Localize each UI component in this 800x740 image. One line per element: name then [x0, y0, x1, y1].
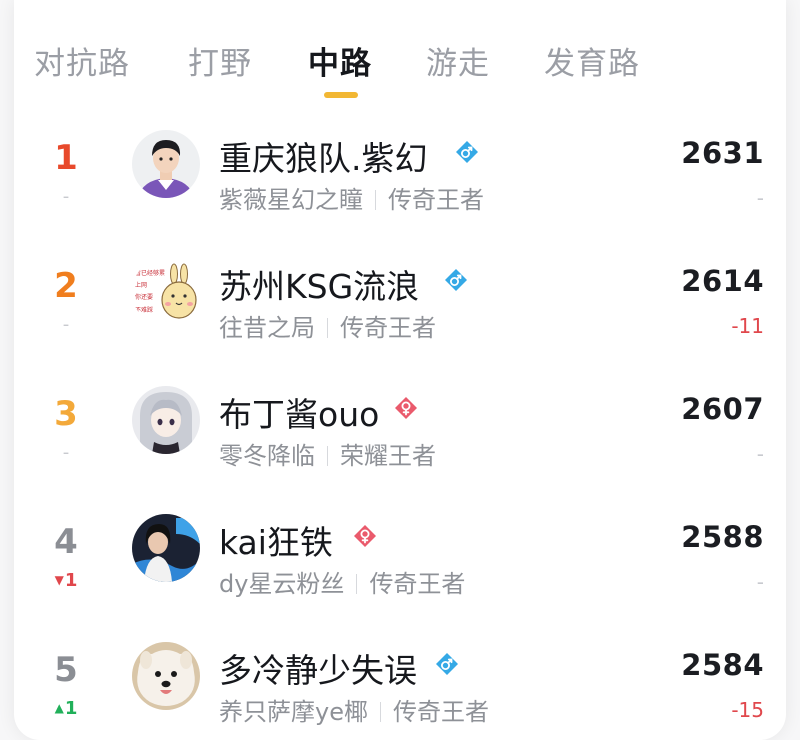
rank-change: ▲1: [44, 698, 88, 719]
rank-number: 3: [54, 394, 78, 434]
rank-change-value: 1: [64, 698, 78, 719]
female-icon: [353, 524, 377, 548]
tab-roam[interactable]: 游走: [426, 38, 490, 83]
player-subtitle: 往昔之局 传奇王者: [219, 308, 436, 343]
player-title: 零冬降临: [219, 442, 315, 470]
rank-change: -: [44, 442, 88, 463]
rank-number: 5: [54, 650, 78, 690]
rank-change-value: -: [62, 314, 70, 335]
player-name: 布丁酱ouo: [219, 395, 380, 434]
player-title: dy星云粉丝: [219, 570, 345, 598]
rank-change: ▼1: [44, 570, 88, 591]
score-change: -: [756, 442, 764, 466]
rank-number: 2: [54, 266, 78, 306]
player-name: kai狂铁: [219, 523, 333, 562]
player-row[interactable]: 2 - 看已经够累 上网 你还要 不难踩 苏州KSG流浪 往昔之局传奇王者 26…: [14, 256, 786, 384]
leaderboard-panel: 对抗路 打野 中路 游走 发育路 1 - 重庆狼队.紫幻 紫薇星幻之瞳传奇王者: [14, 0, 786, 740]
divider: [356, 574, 358, 594]
lane-tabs: 对抗路 打野 中路 游走 发育路: [14, 0, 786, 100]
tab-farm-lane[interactable]: 发育路: [544, 38, 640, 83]
player-row[interactable]: 5 ▲1 多冷静少失误 养只萨摩ye椰 传奇王者 2584 -15: [14, 640, 786, 740]
male-icon: [455, 140, 479, 164]
rank-change-value: -: [62, 186, 70, 207]
male-icon: [435, 652, 459, 676]
tab-mid-lane[interactable]: 中路: [308, 38, 372, 83]
player-tier: 传奇王者: [369, 570, 466, 598]
player-row[interactable]: 4 ▼1 kai狂铁 dy星云粉丝 传奇王者 2588 -: [14, 512, 786, 640]
female-icon: [394, 396, 418, 420]
rank-number: 1: [54, 138, 78, 178]
player-row[interactable]: 1 - 重庆狼队.紫幻 紫薇星幻之瞳 传奇王者 2631 -: [14, 128, 786, 256]
rank-change-value: 1: [64, 570, 78, 591]
divider: [327, 446, 328, 466]
player-subtitle: 紫薇星幻之瞳 传奇王者: [219, 180, 484, 215]
tab-jungle[interactable]: 打野: [188, 38, 252, 83]
avatar-caption: 上网: [135, 281, 147, 289]
avatar[interactable]: [132, 130, 200, 198]
score-change: -: [756, 186, 764, 210]
score-change: -15: [731, 698, 764, 722]
player-tier: 荣耀王者: [340, 442, 436, 470]
player-name: 重庆狼队.紫幻: [219, 139, 428, 178]
score: 2584: [681, 648, 764, 682]
avatar-caption: 看已经够累: [135, 269, 165, 277]
score: 2588: [681, 520, 764, 554]
avatar[interactable]: [132, 386, 200, 454]
player-name: 苏州KSG流浪: [219, 267, 420, 306]
player-subtitle: dy星云粉丝 传奇王者: [219, 564, 465, 599]
player-subtitle: 养只萨摩ye椰 传奇王者: [219, 692, 489, 727]
divider: [379, 702, 381, 722]
player-title: 紫薇星幻之瞳: [219, 186, 363, 214]
rank-change: -: [44, 314, 88, 335]
score-change: -11: [731, 314, 764, 338]
player-title: 养只萨摩ye椰: [219, 698, 368, 726]
score: 2607: [681, 392, 764, 426]
player-name: 多冷静少失误: [219, 651, 417, 690]
rank-number: 4: [54, 522, 78, 562]
player-title: 往昔之局: [219, 314, 315, 342]
avatar[interactable]: 看已经够累 上网 你还要 不难踩: [132, 258, 200, 326]
player-tier: 传奇王者: [392, 698, 489, 726]
score-change: -: [756, 570, 764, 594]
male-icon: [444, 268, 468, 292]
avatar-caption: 不难踩: [135, 306, 153, 314]
arrow-down-icon: ▼: [54, 573, 64, 587]
score: 2614: [681, 264, 764, 298]
avatar-caption: 你还要: [135, 293, 153, 301]
score: 2631: [681, 136, 764, 170]
tab-top-lane[interactable]: 对抗路: [34, 38, 130, 83]
active-tab-indicator: [324, 92, 358, 98]
player-tier: 传奇王者: [340, 314, 436, 342]
player-tier: 传奇王者: [388, 186, 484, 214]
arrow-up-icon: ▲: [54, 701, 64, 715]
avatar[interactable]: [132, 642, 200, 710]
rank-change: -: [44, 186, 88, 207]
divider: [327, 318, 328, 338]
player-subtitle: 零冬降临 荣耀王者: [219, 436, 436, 471]
avatar[interactable]: [132, 514, 200, 582]
rank-change-value: -: [62, 442, 70, 463]
divider: [375, 190, 376, 210]
player-row[interactable]: 3 - 布丁酱ouo 零冬降临 荣耀王者 2607 -: [14, 384, 786, 512]
